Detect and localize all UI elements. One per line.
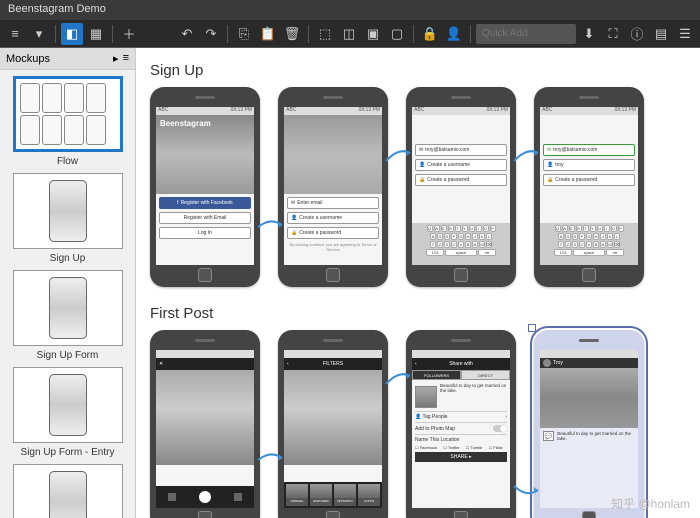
avatar (543, 359, 551, 367)
add-icon[interactable]: ＋ (118, 23, 140, 45)
sidebar-toggle-icon[interactable]: ◧ (61, 23, 83, 45)
copy-icon[interactable]: ⎘ (233, 23, 255, 45)
terms-text: By clicking continue you are agreeing to… (287, 242, 379, 252)
sidebar-title: Mockups (6, 53, 50, 65)
home-button-icon (454, 511, 468, 518)
info-icon[interactable]: ⓘ (626, 23, 648, 45)
switch-camera-icon (234, 493, 242, 501)
email-input: ✉ Enter email (287, 197, 379, 209)
watermark: 知乎 @honlam (611, 495, 690, 512)
filters-title: FILTERS (323, 361, 343, 367)
dropdown-icon[interactable]: ▾ (28, 23, 50, 45)
mockup-posted[interactable]: Troy 💬 Beautiful to day to get married o… (534, 330, 644, 518)
home-button-icon (326, 268, 340, 282)
post-image (540, 368, 638, 428)
menu-icon[interactable]: ≡ (4, 23, 26, 45)
email-input: ✉ troy@balsamio.com (415, 144, 507, 156)
fullscreen-icon[interactable]: ⛶ (602, 23, 624, 45)
share-thumbnail (415, 386, 437, 408)
email-input: ✉ troy@balsamio.com (543, 144, 635, 156)
sidebar-expand-icon[interactable]: ▸ (113, 52, 119, 65)
password-input: 🔒 Create a password (543, 174, 635, 186)
mockup-signup-landing[interactable]: ABC09:13 PM Beenstagram fRegister with F… (150, 87, 260, 287)
password-input: 🔒 Create a password (287, 227, 379, 239)
email-button: Register with Email (159, 212, 251, 224)
keyboard: QWERTYUIOP ASDFGHJKL ⇧ZXCVBNM⌫ 123spacer… (540, 223, 638, 265)
thumbnail-signup-form[interactable]: Sign Up Form (8, 270, 127, 361)
grid-view-icon[interactable]: ▦ (85, 23, 107, 45)
share-button: SHARE ▸ (415, 452, 507, 462)
toggle-photomap (493, 425, 507, 432)
home-button-icon (198, 511, 212, 518)
mockup-camera[interactable]: ✕ (150, 330, 260, 518)
back-icon: ‹ (287, 361, 289, 367)
bring-front-icon[interactable]: ▣ (362, 23, 384, 45)
back-icon: ✕ (159, 361, 163, 367)
username-input: 👤 Create a username (287, 212, 379, 224)
lock-icon[interactable]: 🔒 (419, 23, 441, 45)
thumbnail-label: Flow (8, 156, 127, 167)
keyboard: QWERTYUIOP ASDFGHJKL ⇧ZXCVBNM⌫ 123spacer… (412, 223, 510, 265)
camera-bar (156, 486, 254, 508)
thumbnail-signup[interactable]: Sign Up (8, 173, 127, 264)
window-titlebar: Beenstagram Demo (0, 0, 700, 20)
mockups-sidebar: Mockups ▸ ≡ Flow Sign Up Sign Up Form Si… (0, 48, 136, 518)
gallery-icon (168, 493, 176, 501)
delete-icon[interactable]: 🗑 (281, 23, 303, 45)
send-back-icon[interactable]: ▢ (386, 23, 408, 45)
undo-icon[interactable]: ↶ (176, 23, 198, 45)
chevron-right-icon: › (505, 414, 507, 420)
tab-direct: DIRECT (461, 370, 510, 380)
home-button-icon (582, 268, 596, 282)
filter-strip: NORMAL DISPOSED DISTORTO LOFTIS (284, 482, 382, 508)
username-input: 👤 Create a username (415, 159, 507, 171)
sidebar-header: Mockups ▸ ≡ (0, 48, 135, 70)
row-firstpost: ✕ ‹FILTERS NORMAL (150, 330, 686, 518)
home-button-icon (454, 268, 468, 282)
home-button-icon (326, 511, 340, 518)
user-icon[interactable]: 👤 (443, 23, 465, 45)
ungroup-icon[interactable]: ◫ (338, 23, 360, 45)
thumbnail-label: Sign Up (8, 253, 127, 264)
redo-icon[interactable]: ↷ (200, 23, 222, 45)
section-title-signup: Sign Up (150, 62, 686, 79)
window-title: Beenstagram Demo (8, 3, 106, 15)
properties-icon[interactable]: ☰ (674, 23, 696, 45)
thumbnail-signup-form-entry[interactable]: Sign Up Form - Entry (8, 367, 127, 458)
thumbnail-extra[interactable] (8, 464, 127, 518)
app-name: Beenstagram (160, 119, 211, 128)
mockup-signup-keyboard[interactable]: ABC09:13 PM ✉ troy@balsamio.com 👤 Create… (406, 87, 516, 287)
group-icon[interactable]: ⬚ (314, 23, 336, 45)
export-icon[interactable]: ⬇ (578, 23, 600, 45)
tab-followers: FOLLOWERS (412, 370, 461, 380)
quick-add-input[interactable] (476, 24, 576, 44)
canvas[interactable]: Sign Up ABC09:13 PM Beenstagram fRegiste… (136, 48, 700, 518)
login-button: Log In (159, 227, 251, 239)
home-button-icon (198, 268, 212, 282)
home-button-icon (582, 511, 596, 518)
main-toolbar: ≡ ▾ ◧ ▦ ＋ ↶ ↷ ⎘ 📋 🗑 ⬚ ◫ ▣ ▢ 🔒 👤 ⬇ ⛶ ⓘ ▤ … (0, 20, 700, 48)
mockup-signup-filled[interactable]: ABC09:13 PM ✉ troy@balsamio.com 👤 troy 🔒… (534, 87, 644, 287)
back-icon: ‹ (415, 361, 417, 367)
row-signup: ABC09:13 PM Beenstagram fRegister with F… (150, 87, 686, 287)
post-caption: Beautiful to day to get married on the l… (557, 431, 635, 442)
sidebar-menu-icon[interactable]: ≡ (123, 52, 129, 65)
share-title: Share with (449, 361, 473, 367)
section-title-firstpost: First Post (150, 305, 686, 322)
mockup-share[interactable]: ‹Share with FOLLOWERS DIRECT Beautiful t… (406, 330, 516, 518)
thumbnail-label: Sign Up Form - Entry (8, 447, 127, 458)
facebook-button: fRegister with Facebook (159, 197, 251, 209)
mockup-signup-form[interactable]: ABC09:13 PM ✉ Enter email 👤 Create a use… (278, 87, 388, 287)
password-input: 🔒 Create a password (415, 174, 507, 186)
thumbnail-label: Sign Up Form (8, 350, 127, 361)
notes-icon[interactable]: ▤ (650, 23, 672, 45)
paste-icon[interactable]: 📋 (257, 23, 279, 45)
username-input: 👤 troy (543, 159, 635, 171)
thumbnail-flow[interactable]: Flow (8, 76, 127, 167)
shutter-icon (199, 491, 211, 503)
comment-icon: 💬 (543, 431, 554, 441)
post-user: Troy (553, 360, 563, 366)
mockup-filters[interactable]: ‹ FILTERS NORMAL DISPOSED DISTORTO LOFTIS (278, 330, 388, 518)
